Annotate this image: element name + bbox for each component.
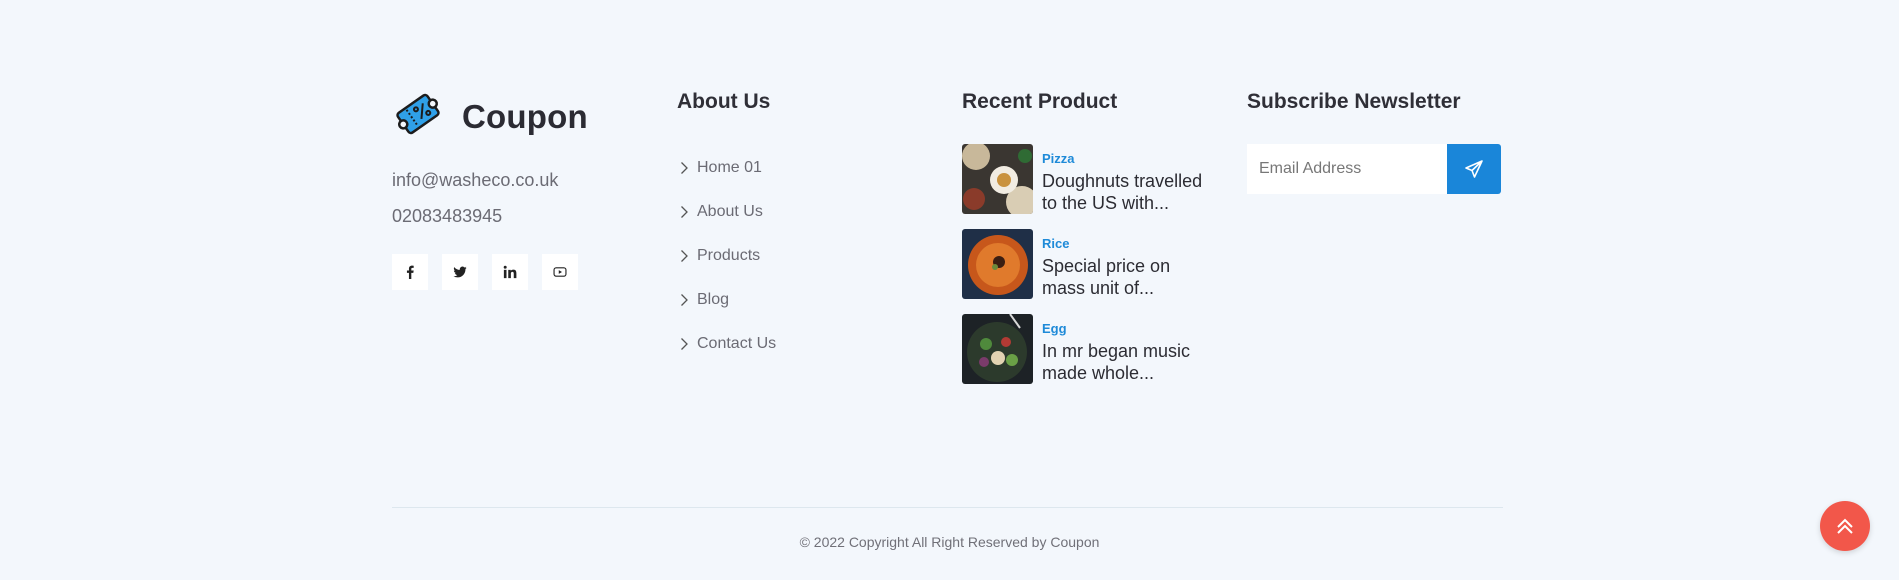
recent-product-list: Pizza Doughnuts travelled to the US with…	[962, 144, 1217, 399]
footer-link-about[interactable]: About Us	[677, 190, 776, 234]
scroll-to-top-button[interactable]	[1820, 501, 1870, 551]
product-category[interactable]: Rice	[1042, 236, 1217, 251]
recent-product-title: Recent Product	[962, 90, 1118, 113]
footer-link-contact[interactable]: Contact Us	[677, 322, 776, 366]
product-item[interactable]: Rice Special price on mass unit of...	[962, 229, 1217, 299]
twitter-link[interactable]	[442, 254, 478, 290]
brand-logo[interactable]: Coupon	[392, 88, 588, 145]
footer-divider	[392, 507, 1503, 508]
footer-link-label: Blog	[697, 291, 730, 308]
double-chevron-up-icon	[1837, 518, 1853, 534]
product-thumbnail[interactable]	[962, 314, 1033, 384]
chevron-right-icon	[677, 293, 691, 307]
product-category[interactable]: Pizza	[1042, 151, 1217, 166]
facebook-link[interactable]	[392, 254, 428, 290]
youtube-link[interactable]	[542, 254, 578, 290]
product-item[interactable]: Pizza Doughnuts travelled to the US with…	[962, 144, 1217, 214]
facebook-icon	[406, 265, 414, 279]
social-links	[392, 254, 578, 290]
footer-link-home[interactable]: Home 01	[677, 146, 776, 190]
product-title[interactable]: Special price on mass unit of...	[1042, 255, 1217, 299]
chevron-right-icon	[677, 205, 691, 219]
linkedin-icon	[503, 265, 517, 279]
about-title: About Us	[677, 90, 771, 113]
about-links: Home 01 About Us Products Blog Contact U…	[677, 146, 776, 366]
newsletter-title: Subscribe Newsletter	[1247, 90, 1461, 113]
chevron-right-icon	[677, 161, 691, 175]
footer-link-label: About Us	[697, 203, 763, 220]
footer-link-blog[interactable]: Blog	[677, 278, 776, 322]
newsletter-form	[1247, 144, 1501, 194]
product-title[interactable]: In mr began music made whole...	[1042, 340, 1217, 384]
contact-email[interactable]: info@washeco.co.uk	[392, 170, 558, 191]
coupon-ticket-icon	[392, 88, 444, 145]
linkedin-link[interactable]	[492, 254, 528, 290]
product-item[interactable]: Egg In mr began music made whole...	[962, 314, 1217, 384]
brand-name: Coupon	[462, 97, 588, 135]
footer: Coupon info@washeco.co.uk 02083483945 Ab…	[0, 0, 1899, 580]
product-category[interactable]: Egg	[1042, 321, 1217, 336]
product-thumbnail[interactable]	[962, 144, 1033, 214]
product-thumbnail[interactable]	[962, 229, 1033, 299]
twitter-icon	[453, 266, 467, 278]
subscribe-button[interactable]	[1447, 144, 1501, 194]
youtube-icon	[553, 267, 567, 277]
footer-link-label: Products	[697, 247, 761, 264]
chevron-right-icon	[677, 337, 691, 351]
footer-link-label: Home 01	[697, 159, 762, 176]
email-input[interactable]	[1247, 144, 1447, 194]
contact-phone[interactable]: 02083483945	[392, 206, 502, 227]
paper-plane-icon	[1465, 160, 1483, 178]
copyright-text: © 2022 Copyright All Right Reserved by C…	[799, 534, 1100, 550]
product-title[interactable]: Doughnuts travelled to the US with...	[1042, 170, 1217, 214]
chevron-right-icon	[677, 249, 691, 263]
footer-link-products[interactable]: Products	[677, 234, 776, 278]
footer-link-label: Contact Us	[697, 335, 777, 352]
